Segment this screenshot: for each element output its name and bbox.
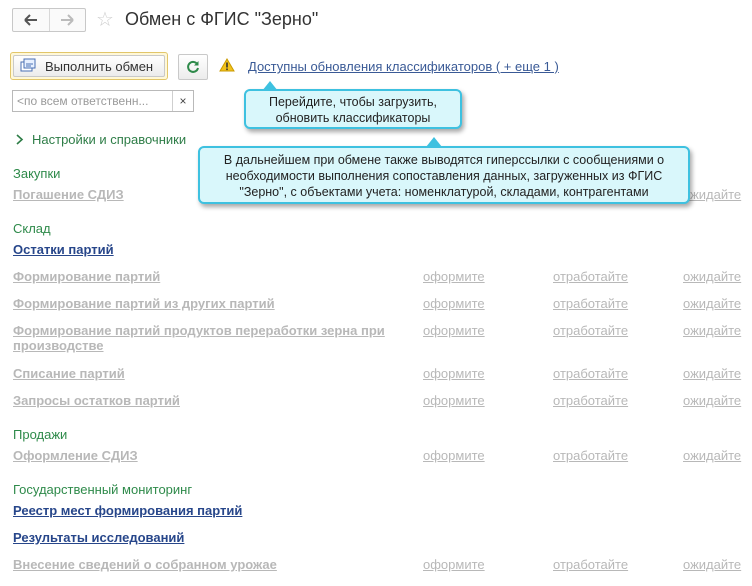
lot-writeoff-process[interactable]: отработайте (553, 366, 628, 381)
callout-matching-tail (426, 137, 442, 147)
sdiz-issue-process[interactable]: отработайте (553, 448, 628, 463)
lot-forming-other-register[interactable]: оформите (423, 296, 485, 311)
sdiz-issue-register[interactable]: оформите (423, 448, 485, 463)
harvest-info-process[interactable]: отработайте (553, 557, 628, 572)
research-results-link[interactable]: Результаты исследований (13, 530, 184, 545)
clear-filter-button[interactable]: × (172, 91, 193, 111)
group-warehouse: Склад (13, 221, 51, 236)
execute-exchange-button[interactable]: Выполнить обмен (10, 52, 168, 80)
sdiz-issue-link[interactable]: Оформление СДИЗ (13, 448, 138, 463)
callout-matching-line2: необходимости выполнения сопоставления д… (225, 169, 663, 183)
lot-forming-processing-wait[interactable]: ожидайте (683, 323, 741, 338)
callout-update-hint: Перейдите, чтобы загрузить, обновить кла… (244, 89, 462, 129)
nav-buttons (12, 8, 86, 32)
arrow-right-icon (61, 14, 74, 26)
chevron-right-icon (16, 134, 24, 145)
callout-matching-line3: "Зерно", с объектами учета: номенклатуро… (239, 185, 649, 199)
group-sales: Продажи (13, 427, 68, 442)
callout-update-line2: обновить классификаторы (275, 111, 431, 125)
classifier-updates-link[interactable]: Доступны обновления классификаторов ( + … (248, 59, 559, 74)
balance-requests-register[interactable]: оформите (423, 393, 485, 408)
sdiz-repay-wait[interactable]: ожидайте (683, 187, 741, 202)
callout-matching-hint: В дальнейшем при обмене также выводятся … (198, 146, 690, 204)
exchange-icon (20, 58, 36, 72)
lot-balances-link[interactable]: Остатки партий (13, 242, 114, 257)
responsible-filter: × (12, 90, 194, 112)
lot-forming-processing-register[interactable]: оформите (423, 323, 485, 338)
callout-matching-line1: В дальнейшем при обмене также выводятся … (223, 153, 665, 167)
group-monitoring: Государственный мониторинг (13, 482, 193, 497)
lot-forming-wait[interactable]: ожидайте (683, 269, 741, 284)
lot-writeoff-register[interactable]: оформите (423, 366, 485, 381)
forward-button[interactable] (48, 9, 86, 31)
lot-forming-other-link[interactable]: Формирование партий из других партий (13, 296, 275, 311)
harvest-info-register[interactable]: оформите (423, 557, 485, 572)
lot-forming-other-process[interactable]: отработайте (553, 296, 628, 311)
arrow-left-icon (24, 14, 37, 26)
lot-forming-processing-process[interactable]: отработайте (553, 323, 628, 338)
lot-writeoff-wait[interactable]: ожидайте (683, 366, 741, 381)
sdiz-issue-wait[interactable]: ожидайте (683, 448, 741, 463)
places-registry-link[interactable]: Реестр мест формирования партий (13, 503, 242, 518)
lot-forming-register[interactable]: оформите (423, 269, 485, 284)
refresh-icon (187, 60, 199, 73)
lot-forming-processing-link[interactable]: Формирование партий продуктов переработк… (13, 323, 385, 353)
warning-icon (219, 58, 235, 72)
lot-forming-processing-line2: производстве (13, 338, 104, 353)
page-title: Обмен с ФГИС "Зерно" (125, 9, 319, 29)
lot-forming-other-wait[interactable]: ожидайте (683, 296, 741, 311)
balance-requests-link[interactable]: Запросы остатков партий (13, 393, 180, 408)
callout-update-tail (262, 81, 278, 91)
callout-update-line1: Перейдите, чтобы загрузить, (269, 95, 437, 109)
balance-requests-wait[interactable]: ожидайте (683, 393, 741, 408)
balance-requests-process[interactable]: отработайте (553, 393, 628, 408)
lot-writeoff-link[interactable]: Списание партий (13, 366, 125, 381)
refresh-button[interactable] (178, 54, 208, 80)
lot-forming-process[interactable]: отработайте (553, 269, 628, 284)
lot-forming-link[interactable]: Формирование партий (13, 269, 160, 284)
harvest-info-wait[interactable]: ожидайте (683, 557, 741, 572)
group-purchases: Закупки (13, 166, 61, 181)
responsible-filter-input[interactable] (13, 94, 172, 108)
back-button[interactable] (13, 9, 49, 31)
lot-forming-processing-line1: Формирование партий продуктов переработк… (13, 323, 385, 338)
favorite-star-icon[interactable]: ☆ (96, 7, 114, 32)
harvest-info-link[interactable]: Внесение сведений о собранном урожае (13, 557, 277, 572)
settings-and-references[interactable]: Настройки и справочники (16, 132, 186, 147)
execute-exchange-label: Выполнить обмен (45, 58, 154, 74)
sdiz-repay-link[interactable]: Погашение СДИЗ (13, 187, 124, 202)
settings-label: Настройки и справочники (32, 132, 187, 147)
